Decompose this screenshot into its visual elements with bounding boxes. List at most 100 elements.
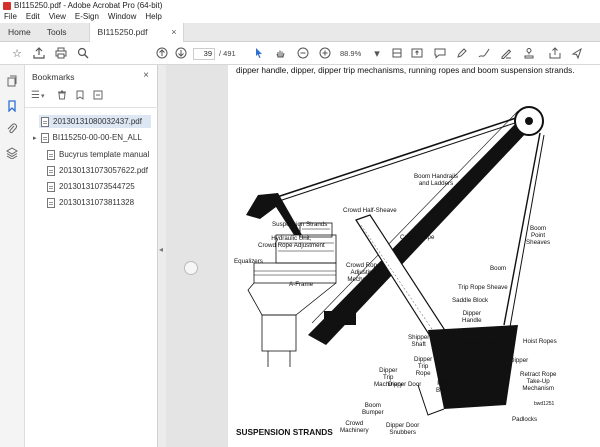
expand-bookmark-icon[interactable] bbox=[93, 90, 103, 103]
print-icon[interactable] bbox=[54, 46, 68, 60]
export-icon[interactable] bbox=[548, 46, 562, 60]
label-boom-point-sheaves: Boom Point Sheaves bbox=[526, 225, 551, 246]
hand-tool-icon[interactable] bbox=[273, 46, 287, 60]
page-total: / 491 bbox=[219, 49, 236, 58]
tab-document-label: BI115250.pdf bbox=[97, 27, 148, 37]
label-boom-handrails: Boom Handrails and Ladders bbox=[414, 173, 459, 187]
layers-icon[interactable] bbox=[6, 147, 18, 160]
select-cursor-icon[interactable] bbox=[252, 46, 266, 60]
close-tab-icon[interactable]: × bbox=[171, 23, 176, 41]
navigation-rail bbox=[0, 65, 25, 447]
expand-chevron-icon[interactable]: ▸ bbox=[33, 134, 37, 142]
label-retract-takeup: Retract Rope Take-Up Mechanism bbox=[520, 371, 557, 392]
options-dropdown-icon[interactable]: ▾ bbox=[41, 92, 45, 100]
share-icon[interactable] bbox=[570, 46, 584, 60]
label-dipper-handle: Dipper Handle bbox=[462, 310, 482, 324]
search-icon[interactable] bbox=[76, 46, 90, 60]
label-padlocks: Padlocks bbox=[512, 416, 538, 423]
document-icon bbox=[47, 181, 55, 192]
highlight-pen-icon[interactable] bbox=[455, 46, 469, 60]
close-panel-icon[interactable]: × bbox=[143, 70, 149, 81]
previous-page-icon[interactable] bbox=[155, 46, 169, 60]
bookmarks-toolbar: ☰ ▾ bbox=[31, 90, 151, 104]
delete-bookmark-icon[interactable] bbox=[57, 90, 67, 103]
label-shipper-shaft: Shipper Shaft bbox=[408, 334, 430, 348]
label-crowd-machinery: Crowd Machinery bbox=[340, 420, 369, 434]
zoom-in-icon[interactable] bbox=[318, 46, 332, 60]
tab-home[interactable]: Home bbox=[0, 23, 39, 42]
menu-view[interactable]: View bbox=[49, 12, 66, 23]
pages-thumbnail-icon[interactable] bbox=[6, 75, 18, 87]
bookmark-item[interactable]: 20130131080032437.pdf bbox=[39, 115, 151, 128]
scroll-handle[interactable] bbox=[184, 261, 198, 275]
acrobat-window: BI115250.pdf - Adobe Acrobat Pro (64-bit… bbox=[0, 0, 600, 447]
title-bar: BI115250.pdf - Adobe Acrobat Pro (64-bit… bbox=[0, 0, 600, 12]
upload-icon[interactable] bbox=[32, 46, 46, 60]
fit-page-icon[interactable] bbox=[390, 46, 404, 60]
shovel-diagram: BUCYRUS Boom Handrails and Ladders Crowd … bbox=[228, 75, 600, 436]
page-number-input[interactable]: 39 bbox=[193, 48, 215, 60]
bookmarks-panel: Bookmarks × ☰ ▾ 20130131080032437.pdf ▸ … bbox=[25, 65, 158, 447]
document-icon bbox=[47, 165, 55, 176]
bookmark-label: 20130131073544725 bbox=[59, 182, 135, 191]
zoom-level[interactable]: 88.9% bbox=[340, 48, 370, 60]
collapse-chevron-icon[interactable]: ◂ bbox=[159, 245, 163, 254]
bookmark-label: 20130131073057622.pdf bbox=[59, 166, 148, 175]
page-top-text: dipper handle, dipper, dipper trip mecha… bbox=[236, 65, 575, 75]
label-boom-bumper: Boom Bumper bbox=[362, 402, 384, 416]
label-dipper-door-snubbers: Dipper Door Snubbers bbox=[386, 422, 420, 436]
panel-collapse-bar[interactable]: ◂ bbox=[158, 65, 166, 447]
label-dipper-trip-rope: Dipper Trip Rope bbox=[414, 356, 433, 377]
bookmark-item[interactable]: Bucyrus template manual bbox=[47, 148, 149, 161]
bookmark-item[interactable]: 20130131073544725 bbox=[47, 180, 135, 193]
attachment-icon[interactable] bbox=[6, 123, 18, 135]
new-bookmark-icon[interactable] bbox=[75, 90, 85, 103]
bookmark-label: BI115250-00-00-EN_ALL bbox=[52, 133, 142, 142]
bookmark-star-icon[interactable]: ☆ bbox=[10, 46, 24, 60]
acrobat-logo-icon bbox=[3, 2, 11, 10]
label-equalizers: Equalizers bbox=[234, 258, 263, 265]
label-boom: Boom bbox=[490, 265, 507, 272]
comment-icon[interactable] bbox=[433, 46, 447, 60]
label-dipper-door: Dipper Door bbox=[388, 381, 422, 388]
bookmark-label: Bucyrus template manual bbox=[59, 150, 150, 159]
menu-file[interactable]: File bbox=[4, 12, 17, 23]
menu-edit[interactable]: Edit bbox=[26, 12, 40, 23]
figure-code: bwd1251 bbox=[534, 401, 555, 407]
scroll-mode-icon[interactable] bbox=[410, 46, 424, 60]
menu-esign[interactable]: E-Sign bbox=[75, 12, 99, 23]
document-icon bbox=[47, 197, 55, 208]
label-trip-rope-sheave: Trip Rope Sheave bbox=[458, 284, 508, 291]
document-icon bbox=[47, 149, 55, 160]
bookmark-item[interactable]: 20130131073057622.pdf bbox=[47, 164, 148, 177]
bookmark-item[interactable]: ▸ BI115250-00-00-EN_ALL bbox=[33, 131, 142, 144]
menu-window[interactable]: Window bbox=[108, 12, 136, 23]
panel-divider bbox=[25, 107, 158, 108]
zoom-dropdown-icon[interactable]: ▾ bbox=[370, 46, 384, 60]
label-crowd-rope-adjusting: Crowd Rope Adjusting Mechanism bbox=[346, 262, 381, 283]
stamp-icon[interactable] bbox=[522, 46, 536, 60]
fill-sign-icon[interactable] bbox=[499, 46, 513, 60]
label-saddle-block: Saddle Block bbox=[452, 297, 489, 304]
bookmark-label: 20130131073811328 bbox=[59, 198, 135, 207]
menu-bar: File Edit View E-Sign Window Help bbox=[0, 12, 600, 23]
menu-help[interactable]: Help bbox=[145, 12, 161, 23]
label-retract-rope: Retract Rope bbox=[460, 340, 497, 347]
label-dipper: Dipper bbox=[510, 357, 529, 364]
tab-bar: Home Tools BI115250.pdf × bbox=[0, 23, 600, 42]
document-viewer: dipper handle, dipper, dipper trip mecha… bbox=[166, 65, 600, 447]
next-page-icon[interactable] bbox=[174, 46, 188, 60]
bookmarks-panel-icon[interactable] bbox=[6, 100, 18, 113]
label-crowd-half-sheave: Crowd Half-Sheave bbox=[343, 207, 397, 214]
label-a-frame: A-Frame bbox=[289, 281, 314, 288]
tab-document[interactable]: BI115250.pdf × bbox=[88, 23, 184, 42]
label-hoist-ropes: Hoist Ropes bbox=[523, 338, 557, 345]
pdf-page: dipper handle, dipper, dipper trip mecha… bbox=[228, 65, 600, 447]
bookmark-options-icon[interactable]: ☰ bbox=[31, 90, 40, 101]
draw-icon[interactable] bbox=[477, 46, 491, 60]
label-suspension-strands: Suspension Strands bbox=[272, 221, 328, 228]
bookmark-item[interactable]: 20130131073811328 bbox=[47, 196, 134, 209]
tab-tools[interactable]: Tools bbox=[39, 23, 75, 42]
bookmark-label: 20130131080032437.pdf bbox=[53, 117, 142, 126]
zoom-out-icon[interactable] bbox=[296, 46, 310, 60]
